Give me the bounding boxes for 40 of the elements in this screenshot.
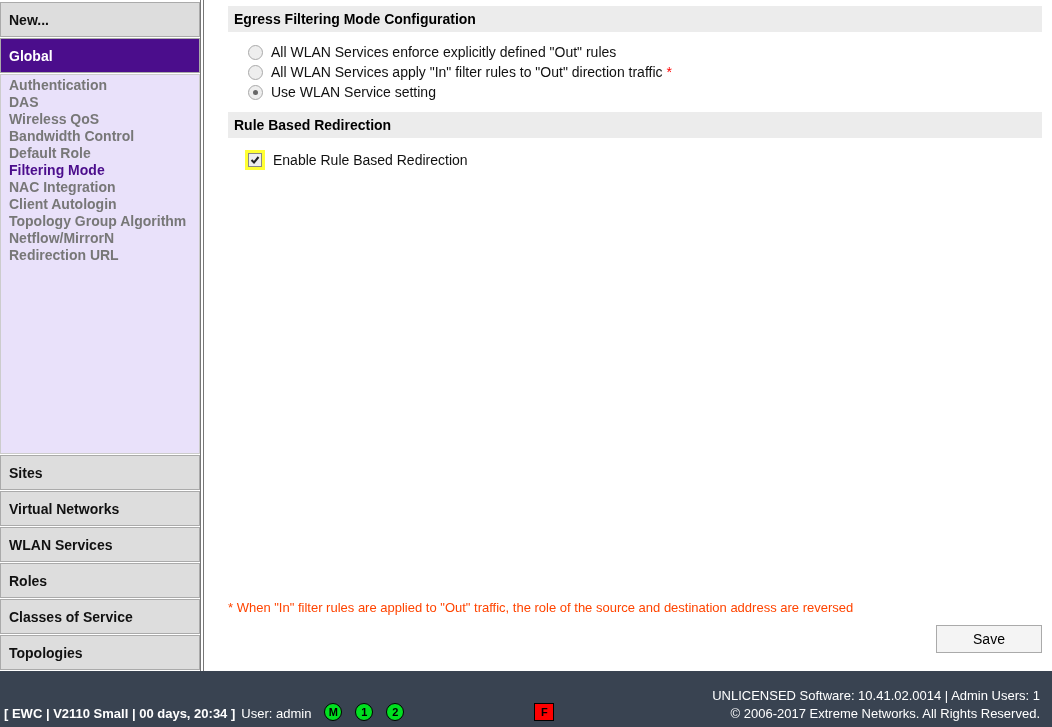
nav-section-tab[interactable]: Global bbox=[0, 38, 200, 73]
status-indicator: 1 bbox=[355, 703, 374, 721]
status-indicator: M bbox=[324, 703, 343, 721]
nav-section-tab[interactable]: Sites bbox=[0, 455, 200, 490]
nav-section-tab[interactable]: Virtual Networks bbox=[0, 491, 200, 526]
save-button[interactable]: Save bbox=[936, 625, 1042, 653]
option-label: Enable Rule Based Redirection bbox=[273, 152, 468, 168]
section-title: Rule Based Redirection bbox=[228, 112, 1042, 138]
submenu-link[interactable]: Filtering Mode bbox=[9, 162, 105, 179]
option-label: All WLAN Services apply "In" filter rules to "Out" direction traffic * bbox=[271, 64, 672, 80]
radio-button[interactable] bbox=[248, 44, 263, 60]
session-info: [ EWC | V2110 Small | 00 days, 20:34 ] bbox=[4, 706, 236, 721]
radio-button[interactable] bbox=[248, 64, 263, 80]
copyright: © 2006-2017 Extreme Networks. All Rights Reserved. bbox=[730, 706, 1040, 721]
license-info: UNLICENSED Software: 10.41.02.0014 | Admin Users: 1 bbox=[712, 688, 1040, 703]
submenu-link[interactable]: Default Role bbox=[9, 145, 91, 162]
user-label: User: admin bbox=[241, 706, 312, 721]
checkmark-icon bbox=[250, 155, 260, 165]
submenu-link[interactable]: NAC Integration bbox=[9, 179, 116, 196]
submenu-link[interactable]: Authentication bbox=[9, 77, 107, 94]
option-label: All WLAN Services enforce explicitly defined "Out" rules bbox=[271, 44, 617, 60]
nav-section-tab[interactable]: Roles bbox=[0, 563, 200, 598]
nav-section-tab[interactable]: WLAN Services bbox=[0, 527, 200, 562]
submenu-link[interactable]: Client Autologin bbox=[9, 196, 117, 213]
submenu-link[interactable]: DAS bbox=[9, 94, 39, 111]
submenu-link[interactable]: Redirection URL bbox=[9, 247, 119, 264]
nav-section-tab[interactable]: Topologies bbox=[0, 635, 200, 670]
submenu-link[interactable]: Wireless QoS bbox=[9, 111, 100, 128]
submenu-link[interactable]: Bandwidth Control bbox=[9, 128, 135, 145]
section-title: Egress Filtering Mode Configuration bbox=[228, 6, 1042, 32]
nav-section-tab[interactable]: Classes of Service bbox=[0, 599, 200, 634]
status-indicator: 2 bbox=[386, 703, 405, 721]
checkbox[interactable] bbox=[245, 150, 265, 170]
alarm-indicator: F bbox=[534, 703, 555, 721]
option-label: Use WLAN Service setting bbox=[271, 84, 436, 100]
footnote: * When "In" filter rules are applied to "Out" traffic, the role of the source and destination address are reversed bbox=[228, 600, 855, 615]
submenu-link[interactable]: Netflow/MirrorN bbox=[9, 230, 114, 247]
new-button[interactable]: New... bbox=[0, 2, 200, 37]
radio-button[interactable] bbox=[248, 84, 263, 100]
submenu-link[interactable]: Topology Group Algorithm bbox=[9, 213, 187, 230]
